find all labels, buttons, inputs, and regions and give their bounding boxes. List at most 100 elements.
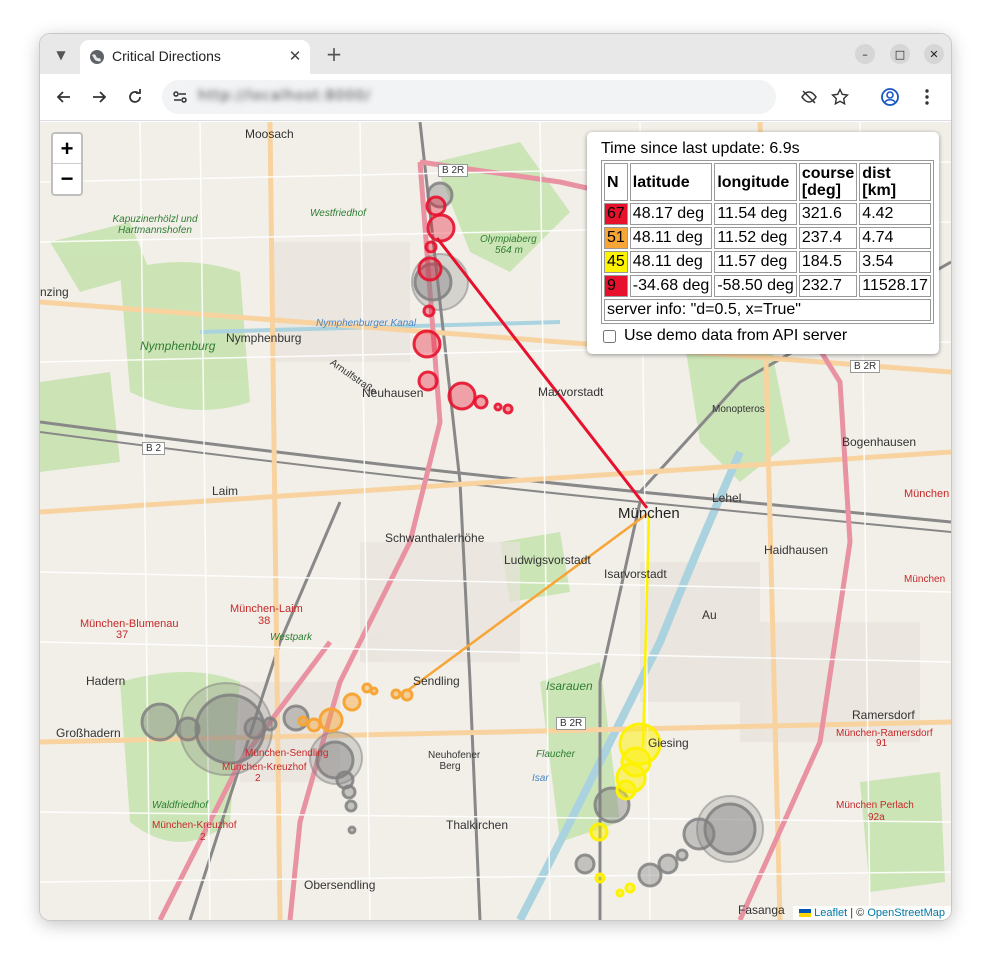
map-label: Obersendling (304, 878, 376, 892)
map-label: 37 (116, 629, 129, 641)
ukraine-flag-icon (799, 909, 812, 918)
map-label: Maxvorstadt (538, 385, 604, 399)
row-latitude: -34.68 deg (629, 275, 713, 297)
map-label: Thalkirchen (446, 818, 509, 832)
row-id: 67 (604, 203, 628, 225)
road-badge: B 2R (850, 360, 881, 373)
row-longitude: -58.50 deg (714, 275, 797, 297)
bookmark-button[interactable] (829, 86, 851, 108)
more-vert-icon (925, 89, 929, 105)
map-label: München Perlach (836, 800, 914, 811)
close-window-button[interactable]: ✕ (924, 44, 944, 64)
header-longitude: longitude (714, 163, 797, 201)
tab-search-icon[interactable]: ▼ (50, 44, 72, 66)
map-label: Kapuzinerhölzl und Hartmannshofen (112, 214, 198, 236)
table-header-row: N latitude longitude course [deg] dist [… (604, 163, 931, 201)
map-label: nzing (40, 285, 69, 299)
osm-link[interactable]: OpenStreetMap (867, 907, 945, 919)
map-label: Fasanga (738, 903, 785, 917)
leaflet-link[interactable]: Leaflet (814, 907, 847, 919)
header-dist: dist [km] (859, 163, 931, 201)
map[interactable]: Moosach B 2R Westfriedhof Kapuzinerhölzl… (40, 122, 951, 920)
road-badge: B 2R (556, 717, 587, 730)
server-info-row: server info: "d=0.5, x=True" (604, 299, 931, 321)
row-course: 232.7 (798, 275, 858, 297)
map-label: Isar (532, 773, 549, 784)
demo-data-label: Use demo data from API server (624, 327, 848, 344)
row-dist: 3.54 (859, 251, 931, 273)
forward-button[interactable] (88, 86, 110, 108)
account-icon (881, 88, 899, 106)
row-dist: 11528.17 (859, 275, 931, 297)
map-label: München-Kreuzhof (222, 762, 307, 773)
demo-data-option[interactable]: Use demo data from API server (601, 327, 925, 345)
info-panel: Time since last update: 6.9s N latitude … (587, 132, 939, 354)
url-text: http://localhost:8000/ (198, 88, 371, 104)
row-latitude: 48.11 deg (629, 251, 713, 273)
toolbar: http://localhost:8000/ (40, 74, 951, 121)
address-bar[interactable]: http://localhost:8000/ (162, 80, 776, 114)
road-badge: B 2 (142, 442, 166, 455)
row-longitude: 11.54 deg (714, 203, 797, 225)
row-latitude: 48.11 deg (629, 227, 713, 249)
header-course: course [deg] (798, 163, 858, 201)
row-id: 45 (604, 251, 628, 273)
map-label: Bogenhausen (842, 435, 917, 449)
close-tab-icon[interactable]: ✕ (286, 47, 304, 65)
menu-button[interactable] (916, 86, 938, 108)
map-label: Olympiaberg (480, 234, 537, 245)
row-longitude: 11.52 deg (714, 227, 797, 249)
row-dist: 4.42 (859, 203, 931, 225)
table-row: 9 -34.68 deg -58.50 deg 232.7 11528.17 (604, 275, 931, 297)
reload-button[interactable] (124, 86, 146, 108)
map-label: Waldfriedhof (152, 800, 208, 811)
row-id: 51 (604, 227, 628, 249)
minimize-button[interactable]: – (855, 44, 875, 64)
tab-strip: ▼ Critical Directions ✕ + – □ ✕ (40, 34, 951, 74)
header-latitude: latitude (629, 163, 713, 201)
map-label: Monopteros (712, 404, 765, 415)
site-info-icon[interactable] (172, 89, 188, 105)
row-course: 184.5 (798, 251, 858, 273)
map-label: 2 (255, 773, 261, 784)
browser-window: ▼ Critical Directions ✕ + – □ ✕ http://l… (40, 34, 951, 920)
map-label: Nymphenburger Kanal (316, 318, 417, 329)
map-label: München (618, 505, 680, 522)
map-label: Neuhofener Berg (428, 750, 481, 772)
road-badge: B 2R (438, 164, 469, 177)
map-label: Westpark (270, 632, 313, 643)
map-label: 2 (200, 832, 206, 843)
map-label: Flaucher (536, 749, 575, 760)
maximize-button[interactable]: □ (890, 44, 910, 64)
map-label: München (904, 488, 950, 500)
map-label: Schwanthalerhöhe (385, 531, 485, 545)
map-label: Giesing (648, 736, 689, 750)
row-dist: 4.74 (859, 227, 931, 249)
map-label: Sendling (413, 674, 460, 688)
row-course: 237.4 (798, 227, 858, 249)
row-latitude: 48.17 deg (629, 203, 713, 225)
map-label: Isarvorstadt (604, 567, 667, 581)
tab-title: Critical Directions (112, 48, 221, 64)
map-label: 92a (868, 812, 885, 823)
eye-off-icon (801, 90, 817, 104)
server-info: server info: "d=0.5, x=True" (604, 299, 931, 321)
reload-icon (129, 89, 141, 103)
new-tab-button[interactable]: + (323, 42, 345, 66)
back-button[interactable] (53, 86, 75, 108)
zoom-in-button[interactable]: + (53, 134, 81, 164)
attribution-sep: | © (847, 907, 868, 919)
map-label: Nymphenburg (226, 331, 302, 345)
map-label: Laim (212, 484, 239, 498)
tracking-off-button[interactable] (798, 86, 820, 108)
map-label: Großhadern (56, 726, 121, 740)
table-row: 67 48.17 deg 11.54 deg 321.6 4.42 (604, 203, 931, 225)
map-label: Ramersdorf (852, 708, 915, 722)
zoom-out-button[interactable]: − (53, 164, 81, 194)
ships-table: N latitude longitude course [deg] dist [… (601, 160, 934, 324)
map-label: Au (702, 608, 717, 622)
profile-button[interactable] (879, 86, 901, 108)
map-label: Westfriedhof (310, 208, 366, 219)
tab-critical-directions[interactable]: Critical Directions ✕ (80, 40, 310, 74)
demo-data-checkbox[interactable] (603, 329, 616, 343)
